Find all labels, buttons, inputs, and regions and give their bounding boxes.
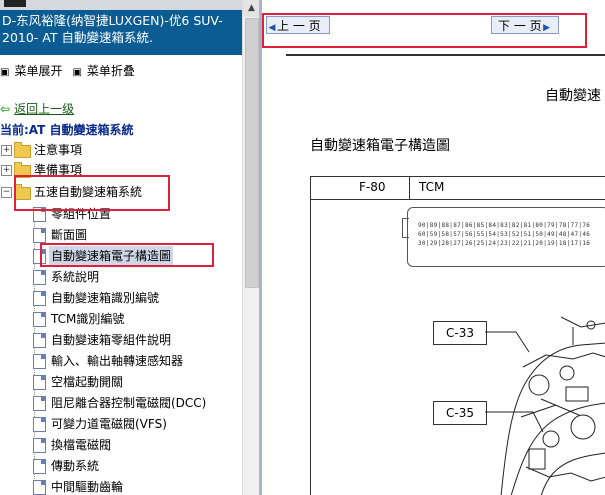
tree-doc-label: 中間驅動齒輪: [51, 480, 124, 494]
document-icon: [33, 459, 46, 474]
document-icon: [33, 375, 46, 390]
tree-doc-label: 系統說明: [51, 270, 100, 284]
document-icon: [33, 480, 46, 495]
document-icon: [33, 312, 46, 327]
manual-title-line-1: D-东风裕隆(纳智捷LUXGEN)-优6 SUV-: [2, 13, 223, 28]
highlight-annotation: [14, 175, 170, 211]
tree-doc-label: 斷面圖: [51, 228, 88, 242]
highlight-annotation: [40, 243, 214, 267]
expander-icon[interactable]: +: [1, 165, 12, 176]
document-pane: ◀ 上 一 页 下 一 页 ▶ 自動變速 自動變速箱電子構造圖 F-80 TCM 9…: [262, 0, 605, 495]
menu-collapse-button[interactable]: 菜单折叠: [87, 62, 135, 79]
scrollbar-thumb[interactable]: [245, 18, 259, 288]
wiring-diagram: F-80 TCM 90|89|88|87|86|85|84|83|82|81|8…: [310, 176, 605, 495]
document-subtitle: 自動變速箱電子構造圖: [310, 138, 450, 154]
back-arrow-icon: ⇦: [0, 102, 11, 116]
document-icon: [33, 228, 46, 243]
tree-doc-label: 傳動系統: [51, 459, 100, 473]
tree-doc-label: TCM識別編號: [51, 312, 125, 326]
navigation-pane: D-东风裕隆(纳智捷LUXGEN)-优6 SUV- 2010- AT 自動變速箱…: [0, 0, 259, 495]
expand-icon: ▣: [0, 67, 10, 78]
page-nav-bar: ◀ 上 一 页 下 一 页 ▶: [262, 0, 605, 48]
document-icon: [33, 333, 46, 348]
document-icon: [33, 438, 46, 453]
folder-icon: [14, 142, 31, 158]
scroll-up-icon[interactable]: ▲: [243, 0, 259, 17]
back-link-label: 返回上一级: [14, 102, 75, 116]
document-title: 自動變速: [545, 88, 601, 104]
tree-doc-label: 換檔電磁閥: [51, 438, 112, 452]
document-icon: [33, 354, 46, 369]
document-icon: [33, 291, 46, 306]
expander-icon[interactable]: −: [1, 187, 12, 198]
highlight-annotation: [262, 13, 587, 48]
toolbar-block: [4, 0, 26, 7]
tree-folder-label: 注意事項: [34, 143, 83, 157]
tree-doc-label: 可變力道電磁閥(VFS): [51, 417, 167, 431]
menu-controls: ▣ 菜单展开 ▣ 菜单折叠: [0, 62, 135, 79]
tree-doc-label: 自動變速箱零組件說明: [51, 333, 172, 347]
tree-doc-label: 阻尼離合器控制電磁閥(DCC): [51, 396, 207, 410]
header-rule: [286, 54, 605, 56]
manual-title-line-2: 2010- AT 自動變速箱系統.: [2, 30, 153, 45]
tree-doc-label: 空檔起動開關: [51, 375, 124, 389]
menu-expand-button[interactable]: 菜单展开: [14, 62, 62, 79]
left-scrollbar[interactable]: ▲: [242, 0, 259, 495]
document-icon: [33, 417, 46, 432]
tree-doc-label: 輸入、輸出軸轉速感知器: [51, 354, 184, 368]
collapse-icon: ▣: [72, 67, 82, 78]
tree-folder-item[interactable]: + 注意事項: [0, 140, 240, 160]
document-icon: [33, 396, 46, 411]
top-strip: [0, 0, 259, 10]
transmission-drawing: [485, 316, 605, 495]
manual-title: D-东风裕隆(纳智捷LUXGEN)-优6 SUV- 2010- AT 自動變速箱…: [0, 10, 242, 55]
current-section-label: 当前:AT 自動變速箱系統: [0, 123, 134, 137]
expander-icon[interactable]: +: [1, 145, 12, 156]
tree-doc-label: 自動變速箱識別編號: [51, 291, 160, 305]
current-section: 当前:AT 自動變速箱系統: [0, 121, 134, 138]
document-icon: [33, 270, 46, 285]
back-link[interactable]: ⇦ 返回上一级: [0, 100, 74, 117]
